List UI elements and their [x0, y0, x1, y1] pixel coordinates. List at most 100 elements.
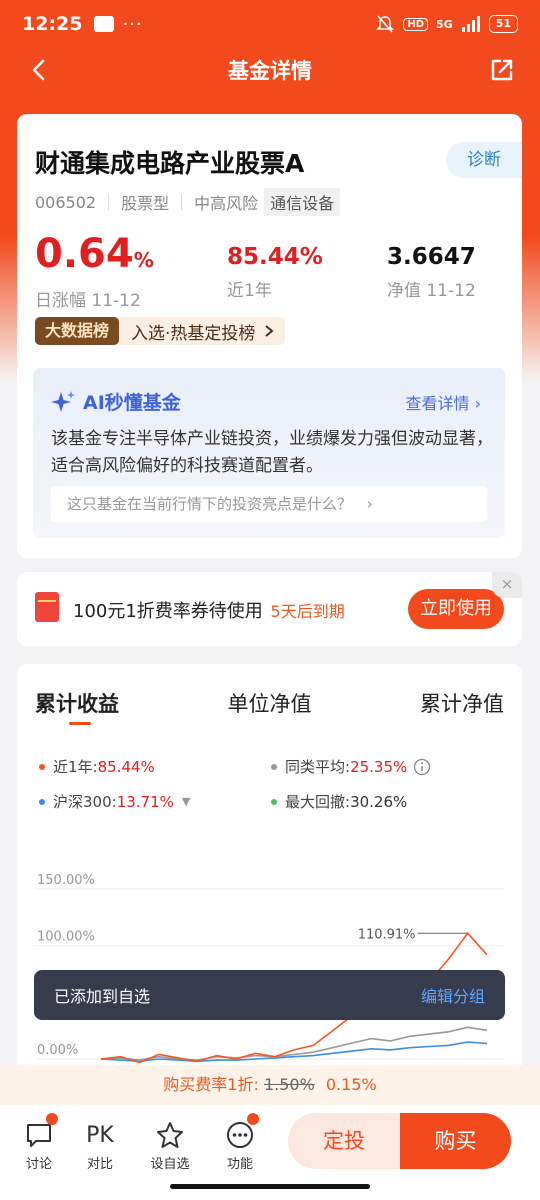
status-bar: 12:25 ··· HD 5G 51: [0, 0, 540, 48]
compare-label: 对比: [86, 1157, 113, 1172]
legend-dot: [271, 763, 277, 770]
functions-button[interactable]: 功能: [213, 1113, 267, 1172]
chevron-right-icon: ›: [474, 394, 481, 413]
legend-label: 沪深300:: [53, 793, 117, 811]
day-change-value: 0.64%: [35, 232, 154, 282]
divider: [108, 194, 110, 210]
ai-more-text: 查看详情: [405, 394, 470, 413]
legend-peer-average: 同类平均: 25.35%: [271, 756, 431, 777]
pk-icon: PK: [86, 1122, 114, 1148]
bigdata-tag: 大数据榜: [35, 317, 120, 345]
day-change-unit: %: [133, 248, 154, 272]
fee-old-rate: 1.50%: [263, 1075, 315, 1094]
tab-cumulative-return[interactable]: 累计收益: [17, 688, 191, 718]
legend-dot: [39, 798, 45, 805]
legend-label: 同类平均:: [285, 758, 351, 776]
nav-value: 3.6647: [387, 244, 476, 270]
close-icon[interactable]: ×: [492, 572, 522, 598]
auto-invest-button[interactable]: 定投: [288, 1113, 400, 1169]
fund-meta-row: 006502 股票型 中高风险 通信设备: [35, 188, 341, 216]
bigdata-rank-banner[interactable]: 大数据榜 入选·热基定投榜: [35, 317, 286, 345]
fee-prefix: 购买费率1折:: [163, 1075, 259, 1094]
year-return-value: 85.44%: [227, 244, 323, 270]
mute-bell-icon: [376, 15, 395, 33]
series-line-沪深300: [100, 1041, 488, 1063]
back-arrow-icon[interactable]: [26, 56, 54, 84]
ai-description: 该基金专注半导体产业链投资，业绩爆发力强但波动显著，适合高风险偏好的科技赛道配置…: [51, 429, 493, 476]
edit-group-link[interactable]: 编辑分组: [421, 983, 485, 1007]
star-icon: [157, 1122, 183, 1148]
ai-title: AI秒懂基金: [51, 388, 181, 415]
coupon-card: 100元1折费率券待使用 5天后到期 立即使用 ×: [17, 572, 522, 646]
app-notification-icon: [94, 16, 115, 32]
legend-label: 最大回撤:: [285, 793, 351, 811]
legend-value: 85.44%: [97, 757, 155, 776]
buy-button[interactable]: 购买: [400, 1113, 511, 1169]
ai-question-input[interactable]: 这只基金在当前行情下的投资亮点是什么？ ›: [51, 486, 487, 522]
fee-banner: 购买费率1折: 1.50% 0.15%: [0, 1065, 540, 1105]
notification-dot: [46, 1113, 58, 1125]
diagnose-button[interactable]: 诊断: [446, 142, 522, 178]
coupon-description: 100元1折费率券待使用: [73, 601, 263, 622]
y-tick-label: 100.00%: [37, 930, 95, 945]
fund-summary-card: 财通集成电路产业股票A 诊断 006502 股票型 中高风险 通信设备 0.64…: [17, 114, 522, 558]
chevron-right-icon: ›: [366, 495, 373, 513]
watch-label: 设自选: [150, 1157, 190, 1172]
tab-cumulative-nav[interactable]: 累计净值: [348, 688, 522, 718]
fund-sector-tag[interactable]: 通信设备: [264, 188, 341, 216]
coupon-expire: 5天后到期: [270, 602, 345, 621]
day-change-number: 0.64: [35, 231, 134, 277]
legend-value: 13.71%: [116, 792, 174, 811]
coupon-text: 100元1折费率券待使用 5天后到期: [73, 597, 345, 623]
legend-year: 近1年: 85.44%: [39, 756, 155, 777]
ai-summary-box: AI秒懂基金 查看详情 › 该基金专注半导体产业链投资，业绩爆发力强但波动显著，…: [33, 368, 505, 538]
sparkle-icon: [51, 390, 75, 412]
active-tab-indicator: [69, 722, 91, 725]
dropdown-caret-icon: ▼: [181, 795, 191, 808]
day-change-label: 日涨幅 11-12: [35, 291, 141, 311]
status-time: 12:25: [22, 13, 83, 35]
legend-max-drawdown: 最大回撤: 30.26%: [271, 791, 407, 812]
fund-code: 006502: [35, 192, 97, 212]
legend-dot: [271, 798, 277, 805]
day-change-stat: 0.64% 日涨幅 11-12: [35, 232, 154, 311]
network-label: 5G: [436, 17, 453, 31]
nav-stat: 3.6647 净值 11-12: [387, 242, 476, 301]
chevron-right-icon: [265, 325, 274, 337]
add-watchlist-button[interactable]: 设自选: [143, 1117, 197, 1172]
discuss-button[interactable]: 讨论: [12, 1113, 66, 1172]
fund-name: 财通集成电路产业股票A: [35, 149, 305, 178]
info-icon[interactable]: [413, 758, 431, 776]
ai-title-text: AI秒懂基金: [83, 392, 181, 414]
peak-label: 110.91%: [358, 927, 416, 942]
fund-type: 股票型: [121, 194, 170, 213]
ai-question-text: 这只基金在当前行情下的投资亮点是什么？: [67, 495, 353, 513]
functions-label: 功能: [226, 1157, 253, 1172]
chart-tabs: 累计收益 单位净值 累计净值: [17, 688, 522, 718]
battery-indicator: 51: [488, 15, 518, 33]
return-chart[interactable]: 150.00% 100.00% 0.00% 110.91%: [17, 834, 522, 1074]
red-envelope-icon: [35, 592, 59, 622]
legend-hs300[interactable]: 沪深300: 13.71% ▼: [39, 791, 190, 812]
home-indicator: [170, 1184, 370, 1189]
legend-value: 30.26%: [350, 792, 408, 811]
compare-button[interactable]: PK 对比: [73, 1117, 127, 1173]
nav-label: 净值 11-12: [387, 281, 476, 301]
nav-bar: 基金详情: [0, 48, 540, 92]
use-coupon-button[interactable]: 立即使用: [408, 589, 504, 629]
signal-icon: [461, 16, 480, 32]
fee-new-rate: 0.15%: [325, 1075, 377, 1094]
tab-unit-nav[interactable]: 单位净值: [191, 688, 347, 718]
toast-notification: 已添加到自选 编辑分组: [34, 970, 505, 1020]
year-return-stat: 85.44% 近1年: [227, 242, 323, 301]
year-return-label: 近1年: [227, 281, 272, 301]
more-notifications-icon: ···: [122, 13, 143, 35]
legend-value: 25.35%: [350, 757, 408, 776]
share-icon[interactable]: [488, 56, 516, 84]
bigdata-text: 入选·热基定投榜: [131, 323, 256, 344]
legend-label: 近1年:: [53, 758, 98, 776]
notification-dot: [247, 1113, 259, 1125]
fund-risk: 中高风险: [194, 194, 259, 213]
divider: [181, 194, 183, 210]
ai-more-link[interactable]: 查看详情 ›: [405, 390, 481, 414]
